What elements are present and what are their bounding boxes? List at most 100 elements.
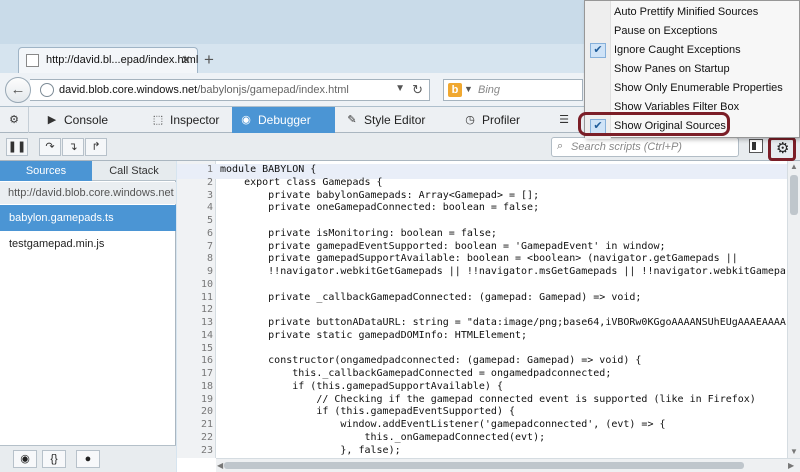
new-tab-button[interactable]: + [204, 50, 214, 70]
line-number[interactable]: 22 [177, 432, 213, 443]
search-placeholder: Bing [478, 84, 501, 96]
source-file-babylon-gamepads[interactable]: babylon.gamepads.ts [0, 205, 176, 231]
line-number[interactable]: 9 [177, 266, 213, 277]
tab-style-editor[interactable]: ✎ Style Editor [338, 107, 444, 133]
search-box[interactable]: b ▼ Bing [443, 79, 583, 101]
menu-item-auto-prettify-minified-sources[interactable]: Auto Prettify Minified Sources [585, 3, 799, 22]
debugger-options-button[interactable]: ⚙ [768, 137, 796, 161]
code-text: if (this.gamepadEventSupported) { [220, 406, 516, 418]
line-number[interactable]: 11 [177, 292, 213, 303]
source-group-header: http://david.blob.core.windows.net [0, 182, 176, 204]
tab-label: Style Editor [364, 113, 426, 127]
menu-item-label: Show Panes on Startup [614, 63, 730, 75]
menu-item-pause-on-exceptions[interactable]: Pause on Exceptions [585, 22, 799, 41]
pretty-print-button[interactable]: {} [42, 450, 66, 468]
menu-item-ignore-caught-exceptions[interactable]: ✔ Ignore Caught Exceptions [585, 41, 799, 60]
step-out-icon: ↱ [91, 141, 101, 153]
line-number[interactable]: 23 [177, 445, 213, 456]
gear-icon: ⚙ [776, 140, 790, 157]
horizontal-scroll-thumb[interactable] [224, 462, 744, 469]
sources-tabs: Sources Call Stack [0, 161, 176, 181]
pause-button[interactable]: ❚❚ [6, 138, 28, 156]
tab-console[interactable]: ▶ Console [38, 107, 138, 133]
line-number[interactable]: 2 [177, 177, 213, 188]
gear-icon: ⚙ [9, 114, 19, 126]
vertical-scrollbar[interactable]: ▲ ▼ [787, 161, 800, 458]
line-number[interactable]: 21 [177, 419, 213, 430]
back-button[interactable]: ← [5, 77, 31, 103]
globe-icon [40, 83, 54, 97]
tab-profiler[interactable]: ◷ Profiler [456, 107, 546, 133]
line-number[interactable]: 12 [177, 304, 213, 315]
horizontal-scrollbar[interactable]: ◀ ▶ [216, 458, 800, 472]
line-number[interactable]: 14 [177, 330, 213, 341]
url-dropdown-icon[interactable]: ▼ [395, 83, 405, 94]
step-over-button[interactable]: ↷ [39, 138, 61, 156]
line-number[interactable]: 8 [177, 253, 213, 264]
line-number[interactable]: 17 [177, 368, 213, 379]
reload-icon[interactable]: ↻ [412, 82, 423, 98]
tab-network[interactable]: ☰ [550, 107, 580, 133]
tab-call-stack[interactable]: Call Stack [92, 161, 176, 181]
step-out-button[interactable]: ↱ [85, 138, 107, 156]
line-number[interactable]: 7 [177, 241, 213, 252]
code-text: }, false); [220, 444, 401, 456]
line-number[interactable]: 3 [177, 190, 213, 201]
search-icon: ⌕ [557, 140, 564, 152]
line-number[interactable]: 16 [177, 355, 213, 366]
scroll-right-icon[interactable]: ▶ [788, 461, 794, 470]
script-search-input[interactable]: ⌕ Search scripts (Ctrl+P) [551, 137, 739, 157]
toggle-black-box-button[interactable]: ◉ [13, 450, 37, 468]
script-search-placeholder: Search scripts (Ctrl+P) [571, 141, 682, 153]
url-text: david.blob.core.windows.net/babylonjs/ga… [59, 84, 349, 96]
menu-item-label: Show Only Enumerable Properties [614, 82, 783, 94]
toolbox-options-button[interactable]: ⚙ [0, 107, 28, 133]
source-file-testgamepad[interactable]: testgamepad.min.js [0, 231, 176, 257]
step-over-icon: ↷ [45, 141, 55, 153]
page-icon [26, 54, 39, 67]
check-icon: ✔ [590, 43, 606, 58]
line-number[interactable]: 4 [177, 202, 213, 213]
sources-pane: Sources Call Stack http://david.blob.cor… [0, 161, 176, 472]
menu-item-show-only-enumerable-properties[interactable]: Show Only Enumerable Properties [585, 79, 799, 98]
line-number[interactable]: 1 [177, 164, 213, 175]
tab-label: Console [64, 113, 109, 127]
toggle-panes-button[interactable] [749, 139, 763, 153]
code-text: private gamepadEventSupported: boolean =… [220, 240, 666, 252]
code-text: this._callbackGamepadConnected = ongamed… [220, 368, 612, 379]
search-engine-dropdown-icon[interactable]: ▼ [464, 84, 473, 94]
url-bar[interactable]: david.blob.core.windows.net/babylonjs/ga… [30, 79, 430, 101]
menu-item-label: Ignore Caught Exceptions [614, 44, 741, 56]
tab-inspector[interactable]: ⬚ Inspector [144, 107, 230, 133]
breakpoint-icon: ● [84, 453, 92, 465]
network-icon: ☰ [559, 114, 569, 126]
code-text: private buttonADataURL: string = "data:i… [220, 317, 786, 328]
code-text: window.addEventListener('gamepadconnecte… [220, 419, 666, 430]
line-number[interactable]: 20 [177, 406, 213, 417]
scroll-up-icon[interactable]: ▲ [790, 162, 798, 171]
scroll-left-icon[interactable]: ◀ [217, 461, 223, 470]
line-number[interactable]: 13 [177, 317, 213, 328]
line-number[interactable]: 10 [177, 279, 213, 290]
browser-tab[interactable]: http://david.bl...epad/index.html ✕ [18, 47, 198, 73]
scroll-down-icon[interactable]: ▼ [790, 447, 798, 456]
step-in-button[interactable]: ↴ [62, 138, 84, 156]
tab-debugger[interactable]: ◉ Debugger [232, 107, 335, 133]
toggle-breakpoints-button[interactable]: ● [76, 450, 100, 468]
close-tab-icon[interactable]: ✕ [181, 53, 191, 67]
line-number[interactable]: 19 [177, 394, 213, 405]
code-line: 23 }, false); [177, 445, 787, 459]
vertical-scroll-thumb[interactable] [790, 175, 798, 215]
tab-sources[interactable]: Sources [0, 161, 92, 181]
line-number[interactable]: 15 [177, 343, 213, 354]
menu-item-show-panes-on-startup[interactable]: Show Panes on Startup [585, 60, 799, 79]
code-editor[interactable]: 1 module BABYLON {2 export class Gamepads… [177, 161, 800, 472]
tab-title: http://david.bl...epad/index.html [46, 54, 199, 66]
line-number[interactable]: 6 [177, 228, 213, 239]
code-text: constructor(ongamedpadconnected: (gamepa… [220, 355, 642, 367]
inspector-icon: ⬚ [152, 114, 164, 126]
line-number[interactable]: 5 [177, 215, 213, 226]
code-area[interactable]: 1 module BABYLON {2 export class Gamepads… [177, 161, 787, 458]
code-text: private babylonGamepads: Array<Gamepad> … [220, 189, 540, 201]
line-number[interactable]: 18 [177, 381, 213, 392]
